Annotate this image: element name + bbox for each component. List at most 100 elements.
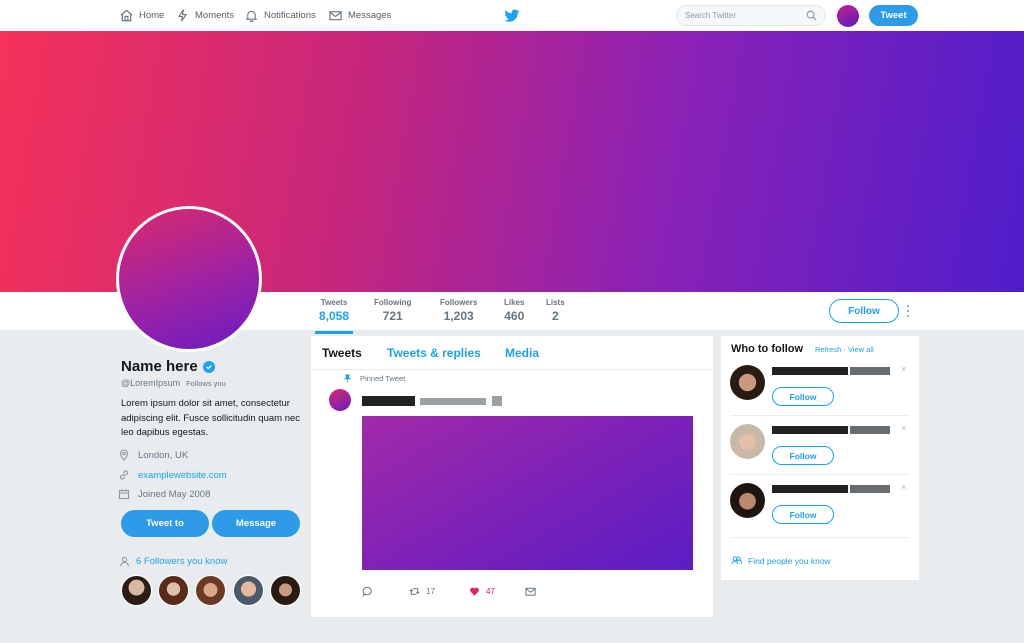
follows-you-label: Follows you bbox=[186, 379, 226, 388]
stat-following[interactable]: Following 721 bbox=[374, 298, 411, 323]
nav-home[interactable]: Home bbox=[120, 9, 164, 22]
pinned-tweet-label: Pinned Tweet bbox=[343, 374, 405, 383]
reply-action[interactable] bbox=[362, 586, 373, 597]
known-follower-avatar[interactable] bbox=[270, 575, 301, 606]
divider bbox=[730, 474, 909, 475]
followers-you-know-link[interactable]: 6 Followers you know bbox=[119, 556, 227, 567]
stat-lists-value: 2 bbox=[551, 309, 559, 323]
nav-notifications-label: Notifications bbox=[264, 10, 316, 21]
stat-followers[interactable]: Followers 1,203 bbox=[440, 298, 477, 323]
stat-likes[interactable]: Likes 460 bbox=[504, 298, 524, 323]
dismiss-suggestion-icon[interactable]: × bbox=[901, 364, 906, 374]
bell-icon bbox=[245, 10, 258, 22]
redacted-user-handle bbox=[850, 367, 890, 375]
stat-tweets[interactable]: Tweets 8,058 bbox=[314, 298, 354, 334]
nav-home-label: Home bbox=[139, 10, 165, 21]
view-all-link[interactable]: View all bbox=[848, 345, 874, 354]
redacted-user-handle bbox=[850, 485, 890, 493]
known-follower-avatar[interactable] bbox=[121, 575, 152, 606]
top-navigation-bar: Home Moments Notifications Messages Sear… bbox=[0, 0, 1024, 31]
followers-you-know-text: 6 Followers you know bbox=[136, 556, 228, 567]
message-button[interactable]: Message bbox=[212, 510, 300, 537]
stat-following-label: Following bbox=[374, 298, 412, 307]
find-people-link[interactable]: Find people you know bbox=[731, 555, 831, 566]
tweet-author-avatar[interactable] bbox=[329, 389, 351, 411]
envelope-icon bbox=[525, 587, 536, 596]
profile-bio: Lorem ipsum dolor sit amet, consectetur … bbox=[121, 398, 301, 438]
follow-suggested-button[interactable]: Follow bbox=[772, 446, 834, 465]
pinned-tweet-text: Pinned Tweet bbox=[360, 374, 406, 383]
profile-location: London, UK bbox=[118, 449, 188, 461]
known-follower-avatar[interactable] bbox=[233, 575, 264, 606]
tab-tweets[interactable]: Tweets bbox=[322, 346, 362, 360]
retweet-count: 17 bbox=[426, 587, 435, 596]
find-people-text: Find people you know bbox=[748, 555, 831, 566]
calendar-icon bbox=[118, 489, 130, 500]
nav-notifications[interactable]: Notifications bbox=[245, 9, 316, 22]
timeline-tabs: Tweets Tweets & replies Media bbox=[311, 336, 713, 370]
nav-messages[interactable]: Messages bbox=[329, 9, 391, 22]
redacted-user-name bbox=[772, 367, 848, 375]
links-separator: · bbox=[843, 345, 846, 354]
tweet-timeline: Tweets Tweets & replies Media Pinned Twe… bbox=[311, 336, 713, 617]
like-action[interactable]: 47 bbox=[469, 586, 495, 597]
follow-suggested-button[interactable]: Follow bbox=[772, 505, 834, 524]
redacted-user-handle bbox=[850, 426, 890, 434]
refresh-link[interactable]: Refresh bbox=[815, 345, 841, 354]
tab-tweets-replies[interactable]: Tweets & replies bbox=[387, 346, 481, 360]
divider bbox=[730, 415, 909, 416]
person-icon bbox=[120, 556, 129, 567]
dismiss-suggestion-icon[interactable]: × bbox=[901, 482, 906, 492]
stat-tweets-value: 8,058 bbox=[319, 309, 350, 323]
suggested-user: × Follow bbox=[721, 482, 919, 542]
profile-joined-text: Joined May 2008 bbox=[138, 488, 211, 500]
profile-website: examplewebsite.com bbox=[118, 469, 227, 481]
pin-icon bbox=[343, 374, 352, 383]
lightning-icon bbox=[178, 9, 187, 22]
redacted-user-name bbox=[772, 485, 848, 493]
profile-website-link[interactable]: examplewebsite.com bbox=[138, 470, 227, 481]
suggested-user-avatar[interactable] bbox=[730, 483, 765, 518]
redacted-user-name bbox=[772, 426, 848, 434]
known-follower-avatar[interactable] bbox=[158, 575, 189, 606]
redacted-author-handle bbox=[420, 398, 486, 405]
redacted-tweet-date bbox=[492, 396, 502, 406]
compose-tweet-button[interactable]: Tweet bbox=[869, 5, 918, 26]
tweet-to-button[interactable]: Tweet to bbox=[121, 510, 209, 537]
tweet-media-image[interactable] bbox=[362, 416, 693, 570]
stat-lists[interactable]: Lists 2 bbox=[546, 298, 565, 323]
twitter-bird-icon[interactable] bbox=[504, 9, 520, 23]
search-input[interactable]: Search Twitter bbox=[676, 5, 826, 26]
user-avatar[interactable] bbox=[837, 5, 859, 27]
stat-lists-label: Lists bbox=[546, 298, 565, 307]
known-follower-avatar[interactable] bbox=[195, 575, 226, 606]
follow-profile-button[interactable]: Follow bbox=[829, 299, 899, 323]
more-options-icon[interactable] bbox=[906, 305, 910, 317]
nav-messages-label: Messages bbox=[348, 10, 392, 21]
profile-joined: Joined May 2008 bbox=[118, 488, 210, 500]
home-icon bbox=[120, 9, 133, 22]
divider bbox=[730, 537, 909, 538]
stat-followers-value: 1,203 bbox=[443, 309, 474, 323]
dismiss-suggestion-icon[interactable]: × bbox=[901, 423, 906, 433]
stat-following-value: 721 bbox=[382, 309, 403, 323]
suggested-user-avatar[interactable] bbox=[730, 424, 765, 459]
nav-moments-label: Moments bbox=[195, 10, 235, 21]
search-icon[interactable] bbox=[806, 10, 817, 21]
nav-moments[interactable]: Moments bbox=[176, 9, 234, 22]
follow-suggested-button[interactable]: Follow bbox=[772, 387, 834, 406]
who-to-follow-title: Who to follow bbox=[731, 343, 804, 355]
reply-icon bbox=[362, 586, 372, 597]
profile-handle[interactable]: @LoremIpsum bbox=[121, 378, 180, 388]
direct-message-action[interactable] bbox=[525, 586, 536, 597]
verified-badge-icon bbox=[202, 360, 215, 373]
retweet-action[interactable]: 17 bbox=[409, 586, 435, 597]
tab-media[interactable]: Media bbox=[505, 346, 539, 360]
suggested-user-avatar[interactable] bbox=[730, 365, 765, 400]
who-to-follow-panel: Who to follow Refresh · View all × Follo… bbox=[721, 336, 919, 580]
profile-avatar[interactable] bbox=[116, 206, 262, 352]
retweet-icon bbox=[409, 588, 420, 595]
profile-location-text: London, UK bbox=[138, 449, 189, 461]
like-count: 47 bbox=[486, 587, 495, 596]
redacted-author-name bbox=[362, 396, 415, 406]
